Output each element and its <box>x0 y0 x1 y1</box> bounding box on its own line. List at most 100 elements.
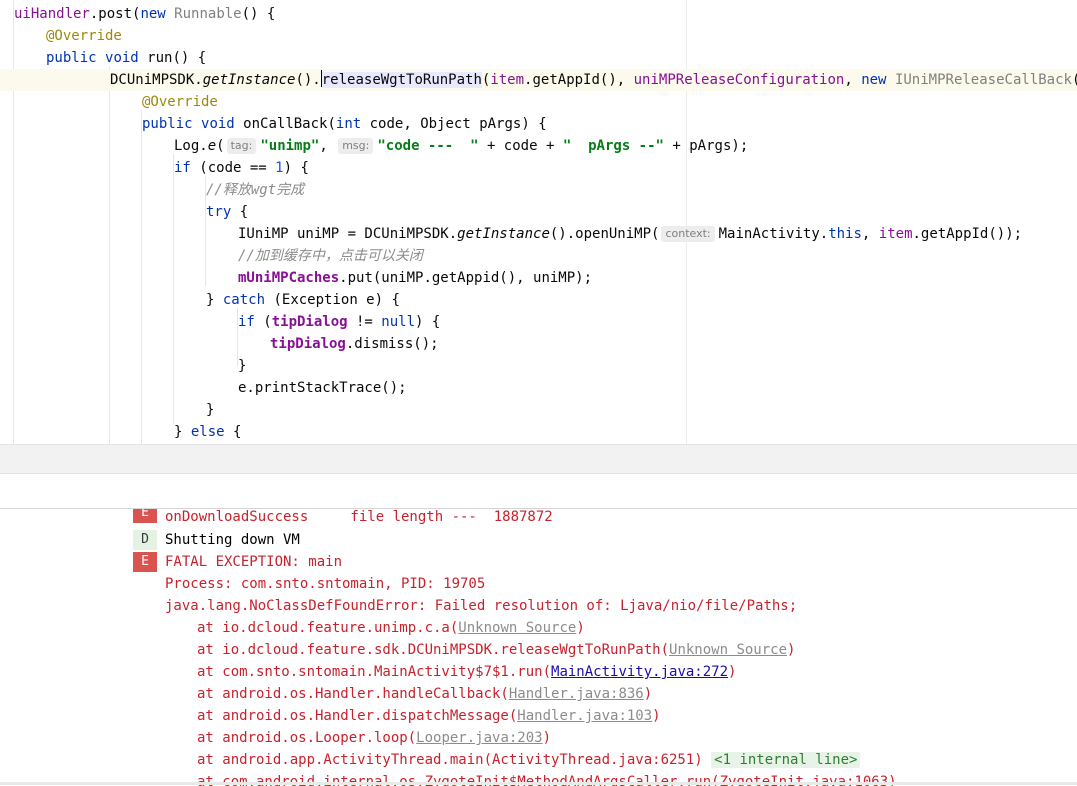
code-token: IUniMP uniMP = DCUniMPSDK. <box>238 226 458 242</box>
log-line-error[interactable]: java.lang.NoClassDefFoundError: Failed r… <box>165 595 797 617</box>
error-level-badge: E <box>133 552 157 572</box>
code-token: .put(uniMP.getAppid(), uniMP); <box>339 270 593 286</box>
code-token: " pArgs --" <box>562 138 664 154</box>
code-token: new <box>861 72 887 88</box>
code-token: DCUniMPSDK. <box>110 72 203 88</box>
log-line[interactable]: Process: com.snto.sntomain, PID: 19705 <box>165 573 485 595</box>
code-comment: //释放wgt完成 <box>206 182 305 198</box>
code-token: { <box>224 424 242 440</box>
panel-splitter[interactable] <box>0 444 1077 474</box>
code-line[interactable]: @Override <box>0 91 1077 113</box>
code-line[interactable]: //释放wgt完成 <box>0 179 1077 201</box>
code-line[interactable]: mUniMPCaches.put(uniMP.getAppid(), uniMP… <box>0 267 1077 289</box>
code-token: .getAppId(), <box>524 72 634 88</box>
code-line[interactable]: Log.e(tag: "unimp", msg: "code --- " + cod… <box>0 135 1077 157</box>
code-token: (). <box>295 72 321 88</box>
parameter-hint-context: context: <box>661 226 715 242</box>
code-line[interactable]: } else { <box>0 421 1077 443</box>
code-token: this <box>828 226 862 242</box>
code-line[interactable]: @Override <box>0 25 1077 47</box>
code-line[interactable]: } <box>0 399 1077 421</box>
code-token: if <box>174 160 191 176</box>
code-token: tipDialog <box>271 314 348 330</box>
code-token: @Override <box>46 28 122 44</box>
code-line[interactable]: IUniMP uniMP = DCUniMPSDK.getInstance().… <box>0 223 1077 245</box>
code-token: @Override <box>142 94 218 110</box>
code-token: e.printStackTrace(); <box>238 380 407 396</box>
code-token: else <box>190 424 225 440</box>
code-line[interactable]: tipDialog.dismiss(); <box>0 333 1077 355</box>
code-token: public <box>142 116 193 132</box>
source-link[interactable]: Unknown Source <box>458 620 576 636</box>
code-token: catch <box>222 292 266 308</box>
code-line[interactable]: if (code == 1) { <box>0 157 1077 179</box>
code-token: public <box>46 50 97 66</box>
code-token: "code --- " <box>377 138 479 154</box>
code-token: tipDialog <box>270 336 346 352</box>
code-token: + code + <box>478 138 563 154</box>
code-token: != <box>347 314 382 330</box>
stack-frame[interactable]: at io.dcloud.feature.sdk.DCUniMPSDK.rele… <box>197 639 795 661</box>
code-token: , <box>844 72 862 88</box>
code-token: null <box>381 314 416 330</box>
code-editor[interactable]: uiHandler.post(new Runnable() { @Overrid… <box>0 0 1077 444</box>
code-token: Runnable <box>174 6 242 22</box>
stack-frame[interactable]: at io.dcloud.feature.unimp.c.a(Unknown S… <box>197 617 585 639</box>
code-token: int <box>335 116 362 132</box>
code-line[interactable]: //加到缓存中，点击可以关闭 <box>0 245 1077 267</box>
code-token: item <box>490 72 525 88</box>
code-token: getInstance <box>457 226 550 242</box>
code-token: run() { <box>147 50 207 66</box>
source-link[interactable]: Unknown Source <box>669 642 787 658</box>
code-token: (Exception e) { <box>265 292 400 308</box>
code-token: ( <box>216 138 225 154</box>
code-token: e <box>207 138 217 154</box>
code-token: .getAppId()); <box>912 226 1023 242</box>
code-token: , <box>319 138 337 154</box>
parameter-hint-tag: tag: <box>226 138 257 154</box>
code-line[interactable]: public void run() { <box>0 47 1077 69</box>
code-token: } <box>206 402 215 418</box>
code-token-highlighted: releaseWgtToRunPath <box>321 72 482 88</box>
code-token: uniMPReleaseConfiguration <box>633 72 845 88</box>
folded-frames-toggle[interactable]: <1 internal line> <box>711 752 861 768</box>
code-token: (code == <box>190 160 276 176</box>
source-link[interactable]: Handler.java:836 <box>509 686 644 702</box>
log-line-partial[interactable]: onDownloadSuccess file length --- 188787… <box>165 509 553 528</box>
stack-frame[interactable]: at android.os.Looper.loop(Looper.java:20… <box>197 727 551 749</box>
code-token: ) { <box>283 160 309 176</box>
code-line[interactable]: if (tipDialog != null) { <box>0 311 1077 333</box>
code-line[interactable]: } catch (Exception e) { <box>0 289 1077 311</box>
code-token: { <box>231 204 249 220</box>
source-link[interactable]: Handler.java:103 <box>517 708 652 724</box>
logcat-console[interactable]: E onDownloadSuccess file length --- 1887… <box>0 508 1077 786</box>
stack-frame[interactable]: at android.app.ActivityThread.main(Activ… <box>197 749 861 771</box>
debug-level-badge: D <box>133 530 157 550</box>
stack-frame[interactable]: at com.snto.sntomain.MainActivity$7$1.ru… <box>197 661 736 683</box>
code-token: void <box>201 116 235 132</box>
source-link[interactable]: Looper.java:203 <box>416 730 542 746</box>
code-token: ) { <box>415 314 441 330</box>
source-link[interactable]: MainActivity.java:272 <box>551 664 728 680</box>
code-token: code, Object pArgs) { <box>361 116 547 132</box>
log-line[interactable]: Shutting down VM <box>165 529 300 551</box>
code-token: MainActivity. <box>718 226 829 242</box>
stack-frame[interactable]: at android.os.Handler.handleCallback(Han… <box>197 683 652 705</box>
code-token: IUniMPReleaseCallBack <box>894 72 1072 88</box>
code-line-current[interactable]: DCUniMPSDK.getInstance().releaseWgtToRun… <box>0 69 1077 91</box>
code-token: , <box>861 226 879 242</box>
code-token: "unimp" <box>260 138 320 154</box>
code-token: 1 <box>275 160 284 176</box>
code-line[interactable]: e.printStackTrace(); <box>0 377 1077 399</box>
code-line[interactable]: try { <box>0 201 1077 223</box>
code-line[interactable]: } <box>0 355 1077 377</box>
code-token: onCallBack( <box>243 116 336 132</box>
code-token: new <box>140 6 166 22</box>
code-line[interactable]: public void onCallBack(int code, Object … <box>0 113 1077 135</box>
code-token: Log. <box>174 138 208 154</box>
log-line-fatal[interactable]: FATAL EXCEPTION: main <box>165 551 342 573</box>
error-level-badge: E <box>133 509 157 523</box>
code-token: .dismiss(); <box>345 336 439 352</box>
stack-frame[interactable]: at android.os.Handler.dispatchMessage(Ha… <box>197 705 661 727</box>
code-line[interactable]: uiHandler.post(new Runnable() { <box>0 3 1077 25</box>
